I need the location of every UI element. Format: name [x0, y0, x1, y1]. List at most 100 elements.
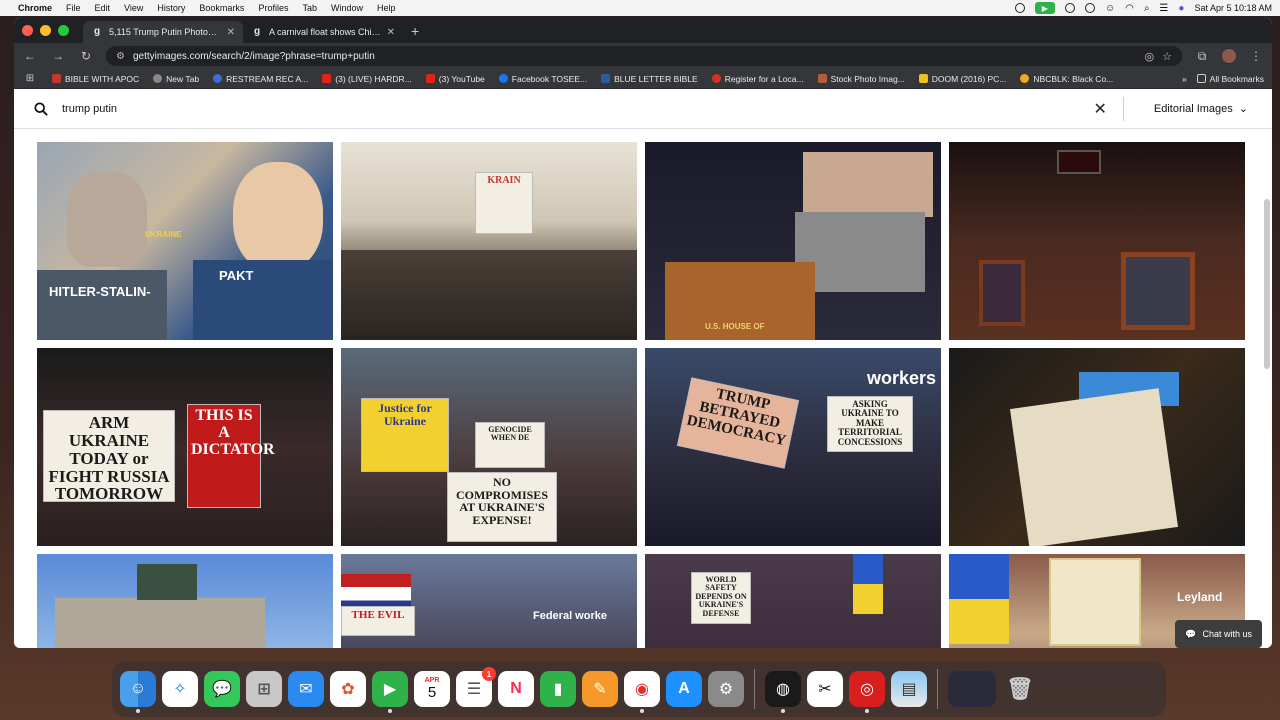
image-result[interactable]: WORLD SAFETY DEPENDS ON UKRAINE'S DEFENS… [645, 554, 941, 648]
menubar-clock[interactable]: Sat Apr 5 10:18 AM [1194, 3, 1272, 13]
menu-tab[interactable]: Tab [302, 3, 317, 13]
clock-display [1057, 150, 1101, 174]
menu-window[interactable]: Window [331, 3, 363, 13]
chrome-menu-icon[interactable]: ⋮ [1248, 49, 1264, 63]
control-center-icon[interactable]: ☰ [1159, 3, 1168, 14]
reload-icon[interactable]: ↻ [78, 49, 94, 63]
chat-with-us-button[interactable]: 💬 Chat with us [1175, 620, 1262, 648]
image-result[interactable] [37, 554, 333, 648]
close-window-button[interactable] [22, 24, 33, 36]
news-icon[interactable]: N [498, 671, 534, 707]
status-menu-icon[interactable] [1014, 3, 1025, 13]
bookmark-item[interactable]: RESTREAM REC A... [213, 74, 308, 84]
extensions-puzzle-icon[interactable]: ⧉ [1194, 49, 1210, 64]
bookmark-item[interactable]: (3) YouTube [425, 74, 485, 84]
system-settings-icon[interactable]: ⚙ [708, 671, 744, 707]
facetime-camera-icon[interactable]: ▶ [1034, 2, 1055, 14]
tab-getty-search[interactable]: g 5,115 Trump Putin Photos & H ✕ [83, 21, 243, 43]
clear-search-icon[interactable]: ✕ [1094, 99, 1107, 119]
app-store-icon[interactable]: A [666, 671, 702, 707]
numbers-icon[interactable]: ▮ [540, 671, 576, 707]
fullscreen-window-button[interactable] [58, 24, 69, 36]
page-scrollbar[interactable] [1264, 199, 1270, 369]
close-tab-icon[interactable]: ✕ [387, 27, 395, 38]
user-icon[interactable]: ☺ [1105, 3, 1115, 14]
menu-profiles[interactable]: Profiles [258, 3, 288, 13]
photos-icon[interactable]: ✿ [330, 671, 366, 707]
pages-icon[interactable]: ✎ [582, 671, 618, 707]
menu-help[interactable]: Help [377, 3, 396, 13]
bookmark-item[interactable]: (3) (LIVE) HARDR... [322, 74, 412, 84]
menu-edit[interactable]: Edit [95, 3, 111, 13]
site-settings-icon[interactable]: ⚙ [116, 51, 125, 62]
protest-sign: NO COMPROMISES AT UKRAINE'S EXPENSE! [447, 472, 557, 542]
screen-record-icon[interactable] [1064, 3, 1075, 13]
newspaper [1009, 388, 1179, 546]
facetime-icon[interactable]: ▶ [372, 671, 408, 713]
obs-studio-icon[interactable]: ◍ [765, 671, 801, 713]
menubar: Chrome File Edit View History Bookmarks … [0, 0, 1280, 16]
image-result[interactable] [949, 142, 1245, 340]
image-result[interactable]: ARM UKRAINE TODAY or FIGHT RUSSIA TOMORR… [37, 348, 333, 546]
address-url[interactable]: gettyimages.com/search/2/image?phrase=tr… [133, 51, 1137, 62]
address-bar[interactable]: ⚙ gettyimages.com/search/2/image?phrase=… [106, 46, 1182, 66]
messages-icon[interactable]: 💬 [204, 671, 240, 707]
minimized-window-thumbnail[interactable] [948, 671, 996, 707]
image-result[interactable]: THE EVIL Federal worke [341, 554, 637, 648]
bookmark-item[interactable]: New Tab [153, 74, 199, 84]
forward-arrow-icon[interactable]: → [50, 49, 66, 63]
image-type-dropdown[interactable]: Editorial Images ⌄ [1154, 102, 1252, 116]
more-bookmarks-chevron-icon[interactable]: » [1182, 74, 1187, 84]
preview-icon[interactable]: ▤ [891, 671, 927, 707]
bookmark-item[interactable]: Register for a Loca... [711, 74, 804, 84]
image-result[interactable] [949, 348, 1245, 546]
mail-icon[interactable]: ✉ [288, 671, 324, 707]
image-result[interactable]: TRUMP BETRAYED DEMOCRACY ASKING UKRAINE … [645, 348, 941, 546]
apps-grid-icon[interactable]: ⊞ [22, 73, 38, 84]
image-result[interactable]: Justice for Ukraine NO COMPROMISES AT UK… [341, 348, 637, 546]
restream-icon[interactable]: ◎ [849, 671, 885, 713]
launchpad-icon[interactable]: ⊞ [246, 671, 282, 707]
bookmark-item[interactable]: BIBLE WITH APOC [52, 74, 139, 84]
menu-file[interactable]: File [66, 3, 81, 13]
bookmark-item[interactable]: DOOM (2016) PC... [918, 74, 1006, 84]
image-result[interactable]: KRAIN [341, 142, 637, 340]
bookmark-item[interactable]: BLUE LETTER BIBLE [601, 74, 698, 84]
close-tab-icon[interactable]: ✕ [227, 27, 235, 38]
finder-icon[interactable]: ☺ [120, 671, 156, 713]
bookmark-star-icon[interactable]: ☆ [1162, 50, 1172, 63]
profile-avatar[interactable] [1222, 49, 1236, 63]
spotlight-search-icon[interactable]: ⌕ [1144, 3, 1150, 14]
chrome-icon[interactable]: ◉ [624, 671, 660, 713]
tab-carnival-float[interactable]: g A carnival float shows China' ✕ [243, 21, 403, 43]
capcut-icon[interactable]: ✂ [807, 671, 843, 707]
menu-app-chrome[interactable]: Chrome [18, 3, 52, 13]
control-icon[interactable] [1084, 3, 1095, 13]
menu-history[interactable]: History [157, 3, 185, 13]
float-text: UKRAINE [145, 230, 182, 239]
youtube-icon [322, 74, 332, 83]
protest-sign: ASKING UKRAINE TO MAKE TERRITORIAL CONCE… [827, 396, 913, 452]
search-icon[interactable] [34, 101, 48, 116]
safari-icon[interactable]: ✧ [162, 671, 198, 707]
siri-icon[interactable]: ● [1178, 3, 1184, 14]
menu-bookmarks[interactable]: Bookmarks [199, 3, 244, 13]
back-arrow-icon[interactable]: ← [22, 49, 38, 63]
new-tab-button[interactable]: + [403, 23, 427, 43]
wifi-icon[interactable]: ◠ [1125, 3, 1134, 14]
minimize-window-button[interactable] [40, 24, 51, 36]
menu-view[interactable]: View [124, 3, 143, 13]
all-bookmarks-folder[interactable]: All Bookmarks [1196, 74, 1264, 84]
bookmark-favicon-icon [213, 74, 223, 83]
search-input[interactable] [62, 102, 1094, 115]
calendar-day: 5 [427, 684, 437, 701]
reminders-icon[interactable]: ☰ 1 [456, 667, 496, 707]
trash-icon[interactable]: 🗑 [1002, 671, 1038, 707]
bookmark-item[interactable]: NBCBLK: Black Co... [1020, 74, 1113, 84]
bookmark-item[interactable]: Stock Photo Imag... [817, 74, 905, 84]
eye-off-icon[interactable]: ◎ [1145, 50, 1155, 63]
calendar-icon[interactable]: APR 5 [414, 671, 450, 707]
image-result[interactable]: HITLER-STALIN- PAKT UKRAINE [37, 142, 333, 340]
bookmark-item[interactable]: Facebook TOSEE... [498, 74, 587, 84]
image-result[interactable]: U.S. HOUSE OF [645, 142, 941, 340]
